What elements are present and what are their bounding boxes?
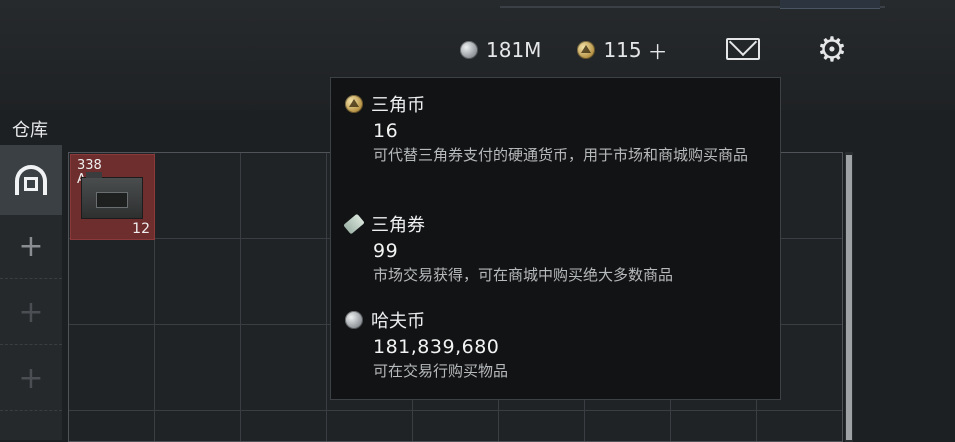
plus-icon: + <box>18 295 44 330</box>
add-tab-button[interactable]: + <box>0 215 62 279</box>
item-count: 12 <box>132 221 150 237</box>
inventory-item-ammo-box[interactable]: 338 AP 12 <box>70 154 155 240</box>
warehouse-icon <box>15 165 47 195</box>
currency-description: 可代替三角券支付的硬通货币，用于市场和商城购买商品 <box>373 146 749 164</box>
plus-icon: + <box>18 361 44 396</box>
currency-bar: 181M 115 ＋ <box>448 30 878 70</box>
currency-name: 三角券 <box>371 215 425 236</box>
top-strip <box>780 0 880 9</box>
currency-name: 哈夫币 <box>371 311 425 332</box>
currency-description: 可在交易行购买物品 <box>373 362 509 380</box>
ticket-icon <box>343 213 365 235</box>
silver-coin-icon <box>460 41 478 59</box>
currency-tooltip: 三角币 16 可代替三角券支付的硬通货币，用于市场和商城购买商品 三角券 99 … <box>330 77 781 400</box>
currency-value: 181,839,680 <box>373 336 500 358</box>
add-tab-button[interactable]: + <box>0 281 62 345</box>
haf-coin-amount: 181M <box>486 38 542 62</box>
tooltip-section-haf-coin: 哈夫币 181,839,680 可在交易行购买物品 <box>345 308 773 384</box>
gold-coin-icon <box>345 95 363 113</box>
warehouse-title: 仓库 <box>12 120 48 141</box>
warehouse-tab-main[interactable] <box>0 145 62 215</box>
add-tab-button[interactable]: + <box>0 347 62 411</box>
gold-coin-icon <box>577 41 596 59</box>
currency-value: 99 <box>373 240 399 262</box>
haf-coin-balance[interactable]: 181M <box>460 38 541 62</box>
currency-name: 三角币 <box>371 95 425 116</box>
mail-icon[interactable] <box>726 38 760 60</box>
ammo-box-icon <box>81 172 143 219</box>
add-currency-icon[interactable]: ＋ <box>648 36 668 65</box>
grid-scrollbar-thumb[interactable] <box>846 155 852 440</box>
currency-description: 市场交易获得，可在商城中购买绝大多数商品 <box>373 266 674 284</box>
triangle-coin-balance[interactable]: 115 ＋ <box>577 36 668 65</box>
triangle-coin-amount: 115 <box>603 38 642 62</box>
silver-coin-icon <box>345 311 363 329</box>
currency-value: 16 <box>373 120 399 142</box>
gear-icon[interactable]: ⚙ <box>815 33 849 67</box>
tooltip-section-triangle-coin: 三角币 16 可代替三角券支付的硬通货币，用于市场和商城购买商品 <box>345 92 773 168</box>
tooltip-section-triangle-ticket: 三角券 99 市场交易获得，可在商城中购买绝大多数商品 <box>343 212 773 288</box>
plus-icon: + <box>18 229 44 264</box>
